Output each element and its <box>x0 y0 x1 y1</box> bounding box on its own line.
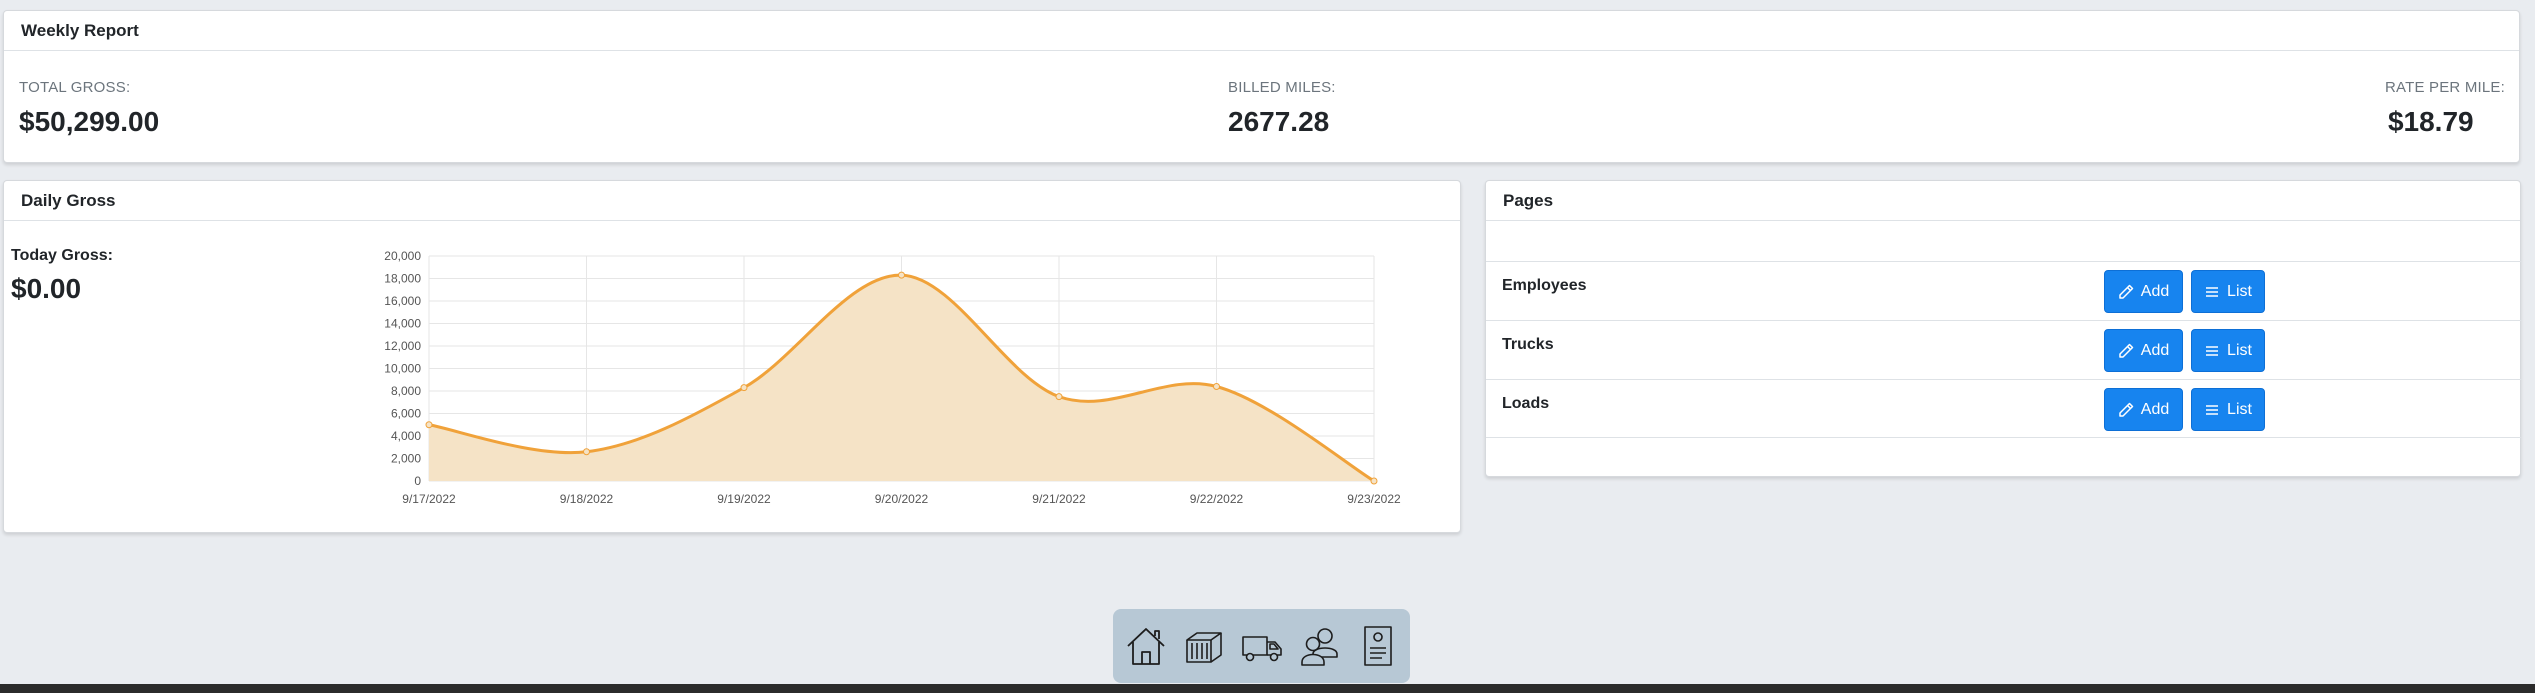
list-icon <box>2206 404 2219 415</box>
page-row-loads: Loads Add List <box>1486 379 2522 438</box>
weekly-report-card: Weekly Report TOTAL GROSS: $50,299.00 BI… <box>3 10 2520 163</box>
data-point <box>740 384 748 392</box>
data-point <box>898 271 905 279</box>
x-tick-label: 9/17/2022 <box>402 492 456 506</box>
y-tick-label: 8,000 <box>391 384 421 398</box>
employees-add-button[interactable]: Add <box>2104 270 2183 313</box>
billed-miles-label: BILLED MILES: <box>1228 79 1336 96</box>
billed-miles-metric: BILLED MILES: 2677.28 <box>1228 79 1336 138</box>
rate-per-mile-label: RATE PER MILE: <box>2384 79 2505 96</box>
daily-gross-card: Daily Gross Today Gross: $0.00 0 2,000 4,0… <box>3 180 1461 533</box>
loads-list-button[interactable]: List <box>2191 388 2265 431</box>
x-tick-label: 9/18/2022 <box>560 492 614 506</box>
x-tick-label: 9/19/2022 <box>717 492 771 506</box>
y-tick-label: 0 <box>414 474 421 488</box>
pencil-icon <box>2119 343 2134 358</box>
y-tick-label: 2,000 <box>391 452 421 466</box>
pages-card: Pages Employees Add List Trucks Add List… <box>1485 180 2522 477</box>
data-point <box>583 448 590 456</box>
total-gross-metric: TOTAL GROSS: $50,299.00 <box>19 79 159 138</box>
users-icon <box>1300 628 1338 666</box>
data-point <box>1055 393 1063 401</box>
billed-miles-value: 2677.28 <box>1228 106 1330 137</box>
rate-per-mile-value: $18.79 <box>2387 106 2474 137</box>
x-tick-label: 9/21/2022 <box>1032 492 1086 506</box>
total-gross-value: $50,299.00 <box>19 106 160 137</box>
home-icon <box>1126 628 1165 665</box>
page-row-employees: Employees Add List <box>1486 261 2522 320</box>
list-label: List <box>2227 341 2252 359</box>
series-area <box>429 275 1374 481</box>
x-tick-label: 9/22/2022 <box>1190 492 1244 506</box>
trucks-add-button[interactable]: Add <box>2104 329 2183 372</box>
page-row-trucks: Trucks Add List <box>1486 320 2522 379</box>
dock-containers[interactable] <box>1183 624 1225 668</box>
y-tick-label: 10,000 <box>384 362 421 376</box>
dock-employees[interactable] <box>1299 624 1341 668</box>
loads-add-button[interactable]: Add <box>2104 388 2183 431</box>
pages-title: Pages <box>1486 181 2520 221</box>
dock-home[interactable] <box>1125 624 1167 668</box>
list-label: List <box>2227 400 2252 418</box>
pencil-icon <box>2119 402 2134 417</box>
y-tick-label: 14,000 <box>384 317 421 331</box>
y-tick-label: 18,000 <box>384 272 421 286</box>
page-name: Trucks <box>1502 336 1554 353</box>
page-name: Loads <box>1502 395 1550 412</box>
trucks-list-button[interactable]: List <box>2191 329 2265 372</box>
rate-per-mile-metric: RATE PER MILE: $18.79 <box>2385 79 2505 138</box>
add-label: Add <box>2140 282 2170 300</box>
data-point <box>1213 383 1220 390</box>
data-point <box>425 421 433 429</box>
truck-icon <box>1241 636 1282 662</box>
weekly-report-title: Weekly Report <box>4 11 2519 51</box>
pencil-icon <box>2119 284 2134 299</box>
dock-reports[interactable] <box>1357 624 1399 668</box>
list-icon <box>2206 345 2219 356</box>
page-name: Employees <box>1502 277 1587 294</box>
y-tick-label: 16,000 <box>384 294 421 308</box>
y-tick-label: 6,000 <box>391 407 421 421</box>
taskbar-strip <box>0 684 2535 693</box>
dock-trucks[interactable] <box>1241 624 1283 668</box>
data-point <box>1370 477 1378 485</box>
y-tick-label: 12,000 <box>384 339 421 353</box>
x-tick-label: 9/20/2022 <box>875 492 929 506</box>
total-gross-label: TOTAL GROSS: <box>19 79 131 96</box>
container-icon <box>1185 632 1222 663</box>
add-label: Add <box>2140 341 2170 359</box>
y-tick-label: 4,000 <box>391 429 421 443</box>
document-icon <box>1363 626 1392 666</box>
list-icon <box>2206 286 2219 297</box>
x-tick-label: 9/23/2022 <box>1347 492 1401 506</box>
add-label: Add <box>2140 400 2170 418</box>
employees-list-button[interactable]: List <box>2191 270 2265 313</box>
daily-gross-chart: 0 2,000 4,000 6,000 8,000 10,000 12,000 14,000 1… <box>384 249 1401 506</box>
y-tick-label: 20,000 <box>384 249 421 263</box>
bottom-dock <box>1113 609 1410 683</box>
list-label: List <box>2227 282 2252 300</box>
